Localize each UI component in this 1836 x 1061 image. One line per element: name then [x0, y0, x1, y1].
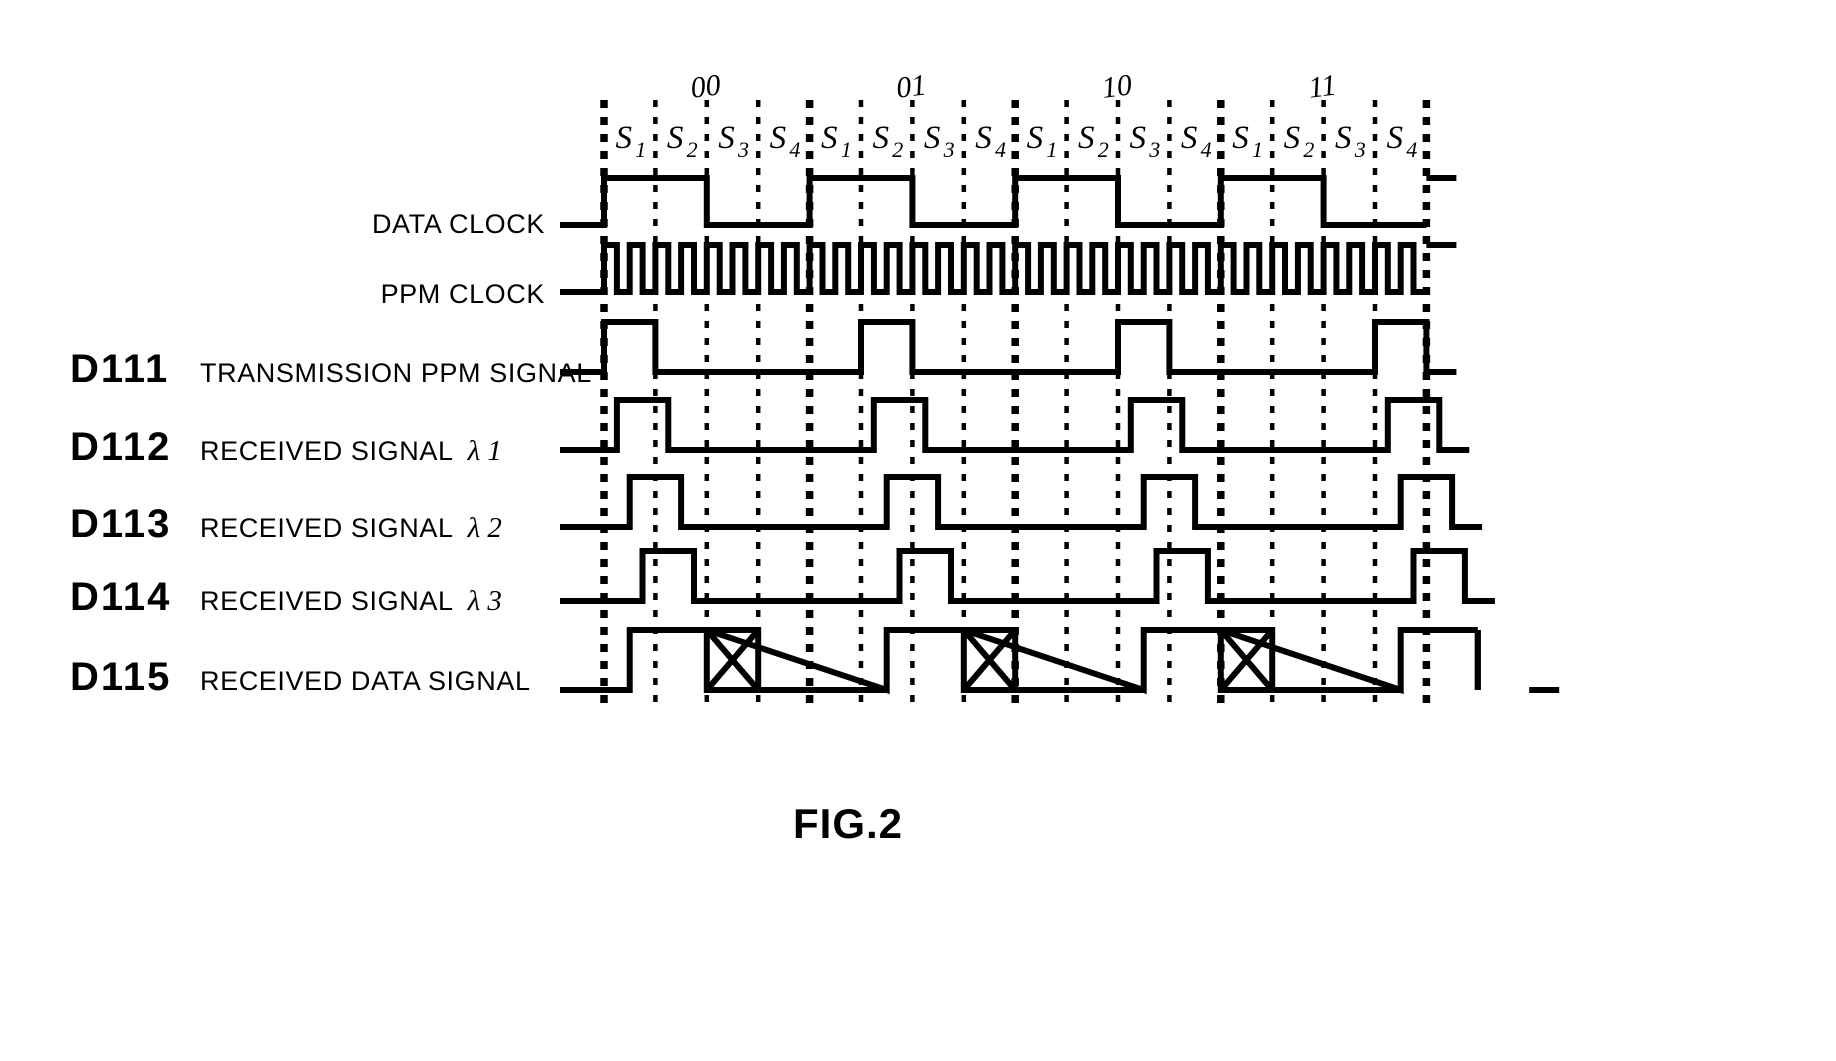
slot-label: S1	[1027, 120, 1058, 162]
svg-text:2: 2	[1098, 137, 1109, 162]
svg-text:4: 4	[995, 137, 1006, 162]
signal-name-d115: RECEIVED DATA SIGNAL	[200, 666, 531, 696]
svg-text:1: 1	[1252, 137, 1263, 162]
svg-text:4: 4	[789, 137, 800, 162]
svg-text:3: 3	[943, 137, 955, 162]
signal-code-d114: D114	[70, 575, 171, 619]
svg-text:S: S	[718, 120, 735, 156]
slot-label: S3	[1129, 120, 1160, 162]
signal-name-d111: TRANSMISSION PPM SIGNAL	[200, 358, 592, 388]
svg-text:S: S	[1129, 120, 1146, 156]
signal-code-d115: D115	[70, 655, 171, 699]
signal-lambda-d114: λ 3	[467, 585, 502, 617]
signal-code-d113: D113	[70, 502, 171, 546]
slot-label: S2	[872, 120, 903, 162]
slot-label: S3	[718, 120, 749, 162]
svg-text:3: 3	[1354, 137, 1366, 162]
slot-label: S4	[770, 120, 801, 162]
svg-text:S: S	[924, 120, 941, 156]
signal-lambda-d112: λ 1	[467, 435, 502, 467]
signal-code-d111: D111	[70, 347, 169, 391]
signal-name-d113: RECEIVED SIGNAL	[200, 513, 454, 543]
d111-trace	[560, 319, 1457, 375]
d114-trace	[560, 548, 1495, 604]
svg-text:2: 2	[687, 137, 698, 162]
slot-label: S2	[1284, 120, 1315, 162]
svg-text:2: 2	[1303, 137, 1314, 162]
slot-label: S4	[1386, 120, 1417, 162]
symbol-label: 00	[689, 68, 723, 104]
svg-text:S: S	[821, 120, 838, 156]
svg-text:S: S	[615, 120, 632, 156]
row-labels: DATA CLOCK PPM CLOCK D111 TRANSMISSION PPM …	[70, 209, 592, 699]
slot-label: S1	[1232, 120, 1263, 162]
signal-lambda-d113: λ 2	[467, 512, 502, 544]
svg-text:S: S	[1386, 120, 1403, 156]
slot-label: S4	[1181, 120, 1212, 162]
svg-text:S: S	[872, 120, 889, 156]
signal-name-d112: RECEIVED SIGNAL	[200, 436, 454, 466]
data-clock-label: DATA CLOCK	[372, 209, 545, 239]
symbol-label: 01	[894, 68, 928, 104]
symbol-label: 10	[1100, 68, 1134, 104]
svg-text:S: S	[1181, 120, 1198, 156]
figure-caption: FIG.2	[793, 800, 903, 847]
ppm-clock-label: PPM CLOCK	[381, 279, 545, 309]
svg-text:S: S	[1284, 120, 1301, 156]
svg-text:2: 2	[892, 137, 903, 162]
timing-diagram-canvas: 00 01 10 11 S1S2S3S4S1S2S3S4S1S2S3S4S1S2S3S…	[70, 68, 1560, 847]
svg-text:3: 3	[1148, 137, 1160, 162]
d113-trace	[560, 474, 1483, 530]
svg-text:1: 1	[1046, 137, 1057, 162]
slot-label: S3	[1335, 120, 1366, 162]
waveform-traces	[560, 175, 1560, 695]
data-clock-trace	[560, 175, 1427, 228]
svg-text:S: S	[667, 120, 684, 156]
svg-text:S: S	[770, 120, 787, 156]
symbol-label: 11	[1307, 69, 1339, 105]
ppm-clock-trace	[560, 242, 1427, 295]
signal-name-d114: RECEIVED SIGNAL	[200, 586, 454, 616]
symbol-labels: 00 01 10 11	[689, 68, 1338, 104]
svg-text:S: S	[975, 120, 992, 156]
slot-label: S4	[975, 120, 1006, 162]
slot-label: S1	[821, 120, 852, 162]
svg-text:S: S	[1232, 120, 1249, 156]
svg-text:S: S	[1078, 120, 1095, 156]
signal-code-d112: D112	[70, 425, 171, 469]
figure-root: 00 01 10 11 S1S2S3S4S1S2S3S4S1S2S3S4S1S2S3S…	[0, 0, 1836, 1061]
svg-text:3: 3	[737, 137, 749, 162]
slot-label: S3	[924, 120, 955, 162]
svg-text:4: 4	[1406, 137, 1417, 162]
slot-label: S2	[1078, 120, 1109, 162]
svg-text:S: S	[1027, 120, 1044, 156]
svg-text:4: 4	[1201, 137, 1212, 162]
svg-text:S: S	[1335, 120, 1352, 156]
svg-text:1: 1	[841, 137, 852, 162]
slot-label: S2	[667, 120, 698, 162]
slot-label: S1	[615, 120, 646, 162]
svg-text:1: 1	[635, 137, 646, 162]
